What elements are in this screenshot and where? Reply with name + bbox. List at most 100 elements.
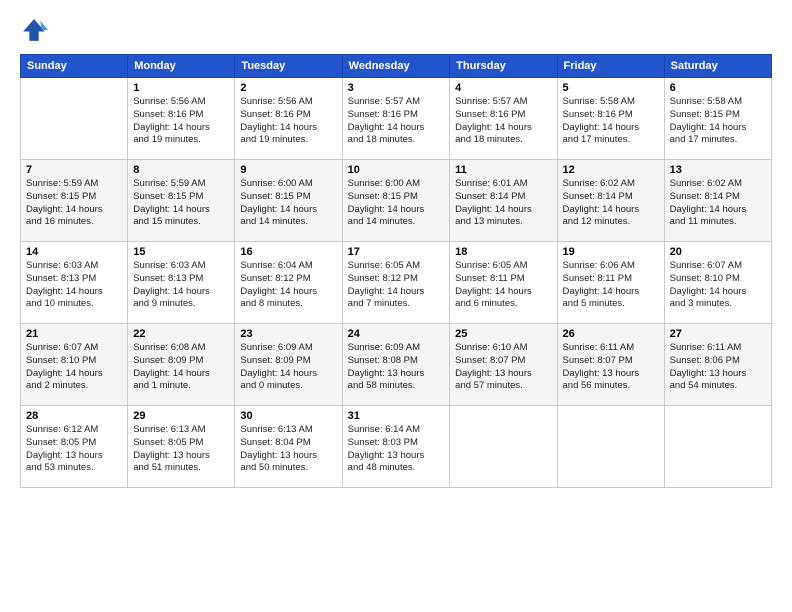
day-number: 26 [563,328,659,340]
day-info: Sunrise: 6:01 AM Sunset: 8:14 PM Dayligh… [455,178,551,229]
day-number: 3 [348,82,445,94]
day-info: Sunrise: 5:59 AM Sunset: 8:15 PM Dayligh… [133,178,229,229]
header-row: SundayMondayTuesdayWednesdayThursdayFrid… [21,55,772,78]
day-number: 18 [455,246,551,258]
day-info: Sunrise: 5:59 AM Sunset: 8:15 PM Dayligh… [26,178,122,229]
day-number: 28 [26,410,122,422]
day-number: 14 [26,246,122,258]
day-info: Sunrise: 6:13 AM Sunset: 8:05 PM Dayligh… [133,424,229,475]
day-number: 25 [455,328,551,340]
day-info: Sunrise: 6:00 AM Sunset: 8:15 PM Dayligh… [240,178,336,229]
calendar-cell: 21 Sunrise: 6:07 AM Sunset: 8:10 PM Dayli… [21,324,128,406]
day-number: 15 [133,246,229,258]
day-number: 7 [26,164,122,176]
week-row-2: 14 Sunrise: 6:03 AM Sunset: 8:13 PM Dayli… [21,242,772,324]
calendar-cell: 30 Sunrise: 6:13 AM Sunset: 8:04 PM Dayli… [235,406,342,488]
calendar-cell [21,78,128,160]
calendar-cell: 23 Sunrise: 6:09 AM Sunset: 8:09 PM Dayli… [235,324,342,406]
day-info: Sunrise: 5:56 AM Sunset: 8:16 PM Dayligh… [240,96,336,147]
day-info: Sunrise: 6:07 AM Sunset: 8:10 PM Dayligh… [26,342,122,393]
day-info: Sunrise: 6:02 AM Sunset: 8:14 PM Dayligh… [563,178,659,229]
weekday-header-sunday: Sunday [21,55,128,78]
day-info: Sunrise: 6:04 AM Sunset: 8:12 PM Dayligh… [240,260,336,311]
day-number: 31 [348,410,445,422]
day-info: Sunrise: 6:12 AM Sunset: 8:05 PM Dayligh… [26,424,122,475]
calendar-cell: 13 Sunrise: 6:02 AM Sunset: 8:14 PM Dayli… [664,160,771,242]
page: SundayMondayTuesdayWednesdayThursdayFrid… [0,0,792,498]
day-info: Sunrise: 6:03 AM Sunset: 8:13 PM Dayligh… [26,260,122,311]
calendar-cell: 15Sunrise: 6:03 AM Sunset: 8:13 PM Dayli… [128,242,235,324]
weekday-header-tuesday: Tuesday [235,55,342,78]
day-number: 30 [240,410,336,422]
weekday-header-monday: Monday [128,55,235,78]
calendar-cell: 3 Sunrise: 5:57 AM Sunset: 8:16 PM Daylig… [342,78,450,160]
day-info: Sunrise: 6:09 AM Sunset: 8:09 PM Dayligh… [240,342,336,393]
calendar-cell: 2 Sunrise: 5:56 AM Sunset: 8:16 PM Daylig… [235,78,342,160]
calendar-cell: 26 Sunrise: 6:11 AM Sunset: 8:07 PM Dayli… [557,324,664,406]
day-number: 10 [348,164,445,176]
calendar-cell: 20Sunrise: 6:07 AM Sunset: 8:10 PM Dayli… [664,242,771,324]
day-info: Sunrise: 5:58 AM Sunset: 8:15 PM Dayligh… [670,96,766,147]
day-number: 16 [240,246,336,258]
day-info: Sunrise: 6:09 AM Sunset: 8:08 PM Dayligh… [348,342,445,393]
day-number: 13 [670,164,766,176]
calendar-cell: 4 Sunrise: 5:57 AM Sunset: 8:16 PM Daylig… [450,78,557,160]
day-info: Sunrise: 6:06 AM Sunset: 8:11 PM Dayligh… [563,260,659,311]
day-info: Sunrise: 6:11 AM Sunset: 8:06 PM Dayligh… [670,342,766,393]
week-row-1: 7 Sunrise: 5:59 AM Sunset: 8:15 PM Daylig… [21,160,772,242]
calendar-cell: 5Sunrise: 5:58 AM Sunset: 8:16 PM Daylig… [557,78,664,160]
week-row-3: 21 Sunrise: 6:07 AM Sunset: 8:10 PM Dayli… [21,324,772,406]
header-area [20,16,772,44]
day-info: Sunrise: 6:02 AM Sunset: 8:14 PM Dayligh… [670,178,766,229]
logo-icon [20,16,48,44]
weekday-header-saturday: Saturday [664,55,771,78]
day-info: Sunrise: 5:58 AM Sunset: 8:16 PM Dayligh… [563,96,659,147]
logo [20,16,52,44]
day-number: 29 [133,410,229,422]
day-info: Sunrise: 6:00 AM Sunset: 8:15 PM Dayligh… [348,178,445,229]
calendar-cell: 18 Sunrise: 6:05 AM Sunset: 8:11 PM Dayli… [450,242,557,324]
day-number: 2 [240,82,336,94]
day-info: Sunrise: 5:57 AM Sunset: 8:16 PM Dayligh… [455,96,551,147]
calendar-cell [557,406,664,488]
day-info: Sunrise: 6:10 AM Sunset: 8:07 PM Dayligh… [455,342,551,393]
day-info: Sunrise: 5:56 AM Sunset: 8:16 PM Dayligh… [133,96,229,147]
day-number: 21 [26,328,122,340]
day-info: Sunrise: 6:08 AM Sunset: 8:09 PM Dayligh… [133,342,229,393]
calendar-table: SundayMondayTuesdayWednesdayThursdayFrid… [20,54,772,488]
calendar-cell: 14 Sunrise: 6:03 AM Sunset: 8:13 PM Dayli… [21,242,128,324]
weekday-header-wednesday: Wednesday [342,55,450,78]
day-info: Sunrise: 6:11 AM Sunset: 8:07 PM Dayligh… [563,342,659,393]
day-number: 6 [670,82,766,94]
day-number: 19 [563,246,659,258]
day-number: 23 [240,328,336,340]
day-info: Sunrise: 6:05 AM Sunset: 8:12 PM Dayligh… [348,260,445,311]
calendar-cell: 24 Sunrise: 6:09 AM Sunset: 8:08 PM Dayli… [342,324,450,406]
calendar-cell: 28 Sunrise: 6:12 AM Sunset: 8:05 PM Dayli… [21,406,128,488]
calendar-cell: 19 Sunrise: 6:06 AM Sunset: 8:11 PM Dayli… [557,242,664,324]
calendar-cell: 9 Sunrise: 6:00 AM Sunset: 8:15 PM Daylig… [235,160,342,242]
day-number: 8 [133,164,229,176]
day-number: 4 [455,82,551,94]
day-number: 24 [348,328,445,340]
calendar-cell: 25 Sunrise: 6:10 AM Sunset: 8:07 PM Dayli… [450,324,557,406]
day-number: 17 [348,246,445,258]
day-number: 11 [455,164,551,176]
calendar-cell: 6 Sunrise: 5:58 AM Sunset: 8:15 PM Daylig… [664,78,771,160]
day-info: Sunrise: 6:05 AM Sunset: 8:11 PM Dayligh… [455,260,551,311]
day-number: 9 [240,164,336,176]
weekday-header-thursday: Thursday [450,55,557,78]
day-info: Sunrise: 6:14 AM Sunset: 8:03 PM Dayligh… [348,424,445,475]
calendar-cell: 22 Sunrise: 6:08 AM Sunset: 8:09 PM Dayli… [128,324,235,406]
calendar-cell [664,406,771,488]
calendar-cell: 27Sunrise: 6:11 AM Sunset: 8:06 PM Dayli… [664,324,771,406]
calendar-cell: 1 Sunrise: 5:56 AM Sunset: 8:16 PM Daylig… [128,78,235,160]
calendar-cell [450,406,557,488]
day-number: 1 [133,82,229,94]
day-info: Sunrise: 6:07 AM Sunset: 8:10 PM Dayligh… [670,260,766,311]
day-number: 22 [133,328,229,340]
calendar-cell: 29 Sunrise: 6:13 AM Sunset: 8:05 PM Dayli… [128,406,235,488]
calendar-cell: 7 Sunrise: 5:59 AM Sunset: 8:15 PM Daylig… [21,160,128,242]
day-info: Sunrise: 5:57 AM Sunset: 8:16 PM Dayligh… [348,96,445,147]
day-info: Sunrise: 6:13 AM Sunset: 8:04 PM Dayligh… [240,424,336,475]
